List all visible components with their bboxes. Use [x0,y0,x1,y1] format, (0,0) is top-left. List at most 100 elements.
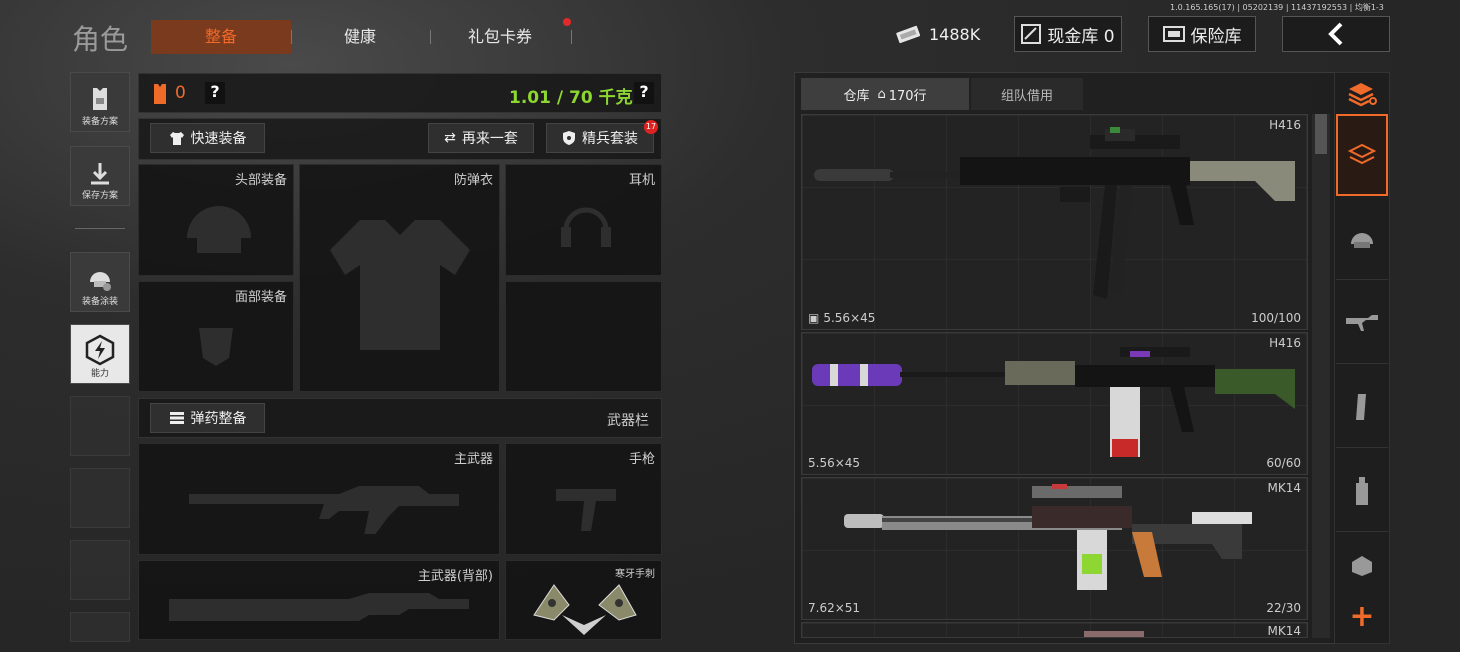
version-text: 1.0.165.165(17) | 05202139 | 11437192553… [1170,3,1384,12]
banknote-icon [896,25,921,44]
page-title: 角色 [72,23,129,56]
safe-box-label: 保险库 [1190,26,1242,47]
item-name: MK14 [1267,624,1302,638]
layers-icon [1348,143,1376,165]
empty-gear-slot[interactable] [505,281,662,392]
nav-empty-slot [70,612,130,642]
face-slot[interactable]: 面部装备 [138,281,294,392]
warehouse-item[interactable]: MK14 [801,622,1308,638]
help-icon[interactable]: ? [205,82,225,104]
item-ammo: 5.56×45 [808,456,861,470]
weight-display: 1.01 / 70 千克 [509,88,633,108]
scrollbar-track[interactable] [1312,114,1330,638]
category-helmet[interactable] [1336,198,1388,280]
item-durability: 60/60 [1266,456,1301,470]
elite-set-label: 精兵套装 [582,131,638,147]
head-slot[interactable]: 头部装备 [138,164,294,276]
ability-label: 能力 [90,369,109,379]
warehouse-item[interactable]: MK14 7.62×51 22/30 [801,477,1308,620]
item-preview [1084,631,1144,637]
armor-plate-icon [1352,556,1372,576]
warehouse-item[interactable]: H416 5.56×45 60/60 [801,332,1308,475]
primary-back-slot[interactable]: 主武器(背部) [138,560,500,640]
primary-weapon-slot[interactable]: 主武器 [138,443,500,555]
tab-divider [571,30,572,44]
item-durability: 22/30 [1266,601,1301,615]
category-rifle[interactable] [1336,282,1388,364]
reroll-button[interactable]: ⇄ 再来一套 [428,123,534,153]
layers-refresh-icon [1348,83,1377,107]
currency-amount: 1488K [929,24,981,44]
cash-vault-button[interactable]: 现金库 0 [1014,16,1122,52]
headset-slot-label: 耳机 [628,173,655,188]
armor-slot-label: 防弹衣 [453,173,493,188]
rifle-icon [1346,314,1378,331]
vest-silhouette-icon [330,220,470,350]
tab-gift-coupons[interactable]: 礼包卡券 [450,20,550,54]
skin-button[interactable]: 装备涂装 [70,252,130,312]
ammo-manage-button[interactable]: 弹药整备 [150,403,265,433]
shield-icon [563,131,575,145]
tab-team-borrow[interactable]: 组队借用 [971,78,1083,110]
category-layers[interactable] [1336,114,1388,196]
quick-equip-button[interactable]: 快速装备 [150,123,265,153]
lightning-hexagon-icon [85,334,115,366]
helmet-silhouette-icon [187,206,251,253]
h416-rifle-image [814,127,1295,299]
back-button[interactable] [1282,16,1390,52]
warehouse-item[interactable]: H416 ▣ 5.56×45 100/100 [801,114,1308,330]
refresh-icon: ⇄ [444,130,456,146]
reroll-label: 再来一套 [461,131,518,147]
ammo-manage-label: 弹药整备 [190,411,247,427]
pistol-label: 手枪 [628,452,655,467]
ammo-type: 5.56×45 [823,311,876,325]
pistol-slot[interactable]: 手枪 [505,443,662,555]
category-magazine[interactable] [1336,366,1388,448]
notification-dot [563,18,571,26]
cash-vault-label: 现金库 0 [1047,26,1115,47]
category-medical[interactable] [1336,450,1388,532]
ammo-icon [169,412,184,424]
ability-button[interactable]: 能力 [70,324,130,384]
melee-slot[interactable]: 寒牙手刺 [505,560,662,640]
rifle-silhouette-icon [189,486,459,534]
scrollbar-thumb[interactable] [1315,114,1327,154]
magazine-icon [1356,393,1366,420]
safe-icon [1162,26,1185,42]
currency-display: 1488K [895,24,980,44]
helmet-paint-icon [90,272,111,291]
tab-prep[interactable]: 整备 [151,20,291,54]
loadout-plan-button[interactable]: 装备方案 [70,72,130,132]
armor-vest-icon [93,88,107,110]
bottle-icon [1356,476,1368,505]
primary-weapon-label: 主武器 [453,452,493,467]
nav-empty-slot [70,396,130,456]
home-icon: ⌂ [877,86,886,102]
armor-slot[interactable]: 防弹衣 [299,164,500,392]
mk14-rifle-image [844,484,1252,590]
mask-silhouette-icon [199,328,233,366]
armor-count: 0 [175,83,186,103]
warehouse-rows: 170行 [888,88,927,104]
save-plan-button[interactable]: 保存方案 [70,146,130,206]
tab-divider [291,30,292,44]
category-all[interactable] [1336,74,1388,114]
item-durability: 100/100 [1251,311,1301,325]
vault-icon [1021,24,1042,44]
save-plan-label: 保存方案 [81,191,118,201]
rifle-silhouette-icon [169,593,469,621]
back-arrow-icon [1328,22,1343,46]
safe-box-button[interactable]: 保险库 [1148,16,1256,52]
weapon-bar-label: 武器栏 [607,413,649,429]
tab-health[interactable]: 健康 [310,20,410,54]
primary-back-label: 主武器(背部) [417,569,493,584]
category-armor[interactable] [1336,534,1388,598]
headset-slot[interactable]: 耳机 [505,164,662,276]
weight-help-icon[interactable]: ? [634,82,654,104]
tab-warehouse[interactable]: 仓库 ⌂ 170行 [801,78,969,110]
add-category-button[interactable]: + [1336,600,1388,636]
warehouse-tab-label: 仓库 [843,88,870,104]
nav-empty-slot [70,540,130,600]
elite-set-button[interactable]: 精兵套装 [546,123,654,153]
loadout-header: 0 ? 1.01 / 70 千克 ? [138,73,662,113]
